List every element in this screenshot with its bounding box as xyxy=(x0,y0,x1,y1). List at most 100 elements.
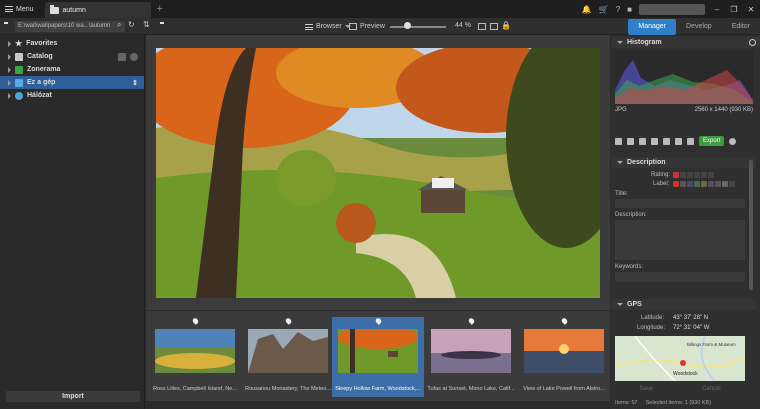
zoom-slider[interactable] xyxy=(390,26,446,28)
filmstrip-divider xyxy=(146,310,610,311)
thumbnail xyxy=(338,329,418,373)
close-button[interactable]: ✕ xyxy=(746,5,756,14)
title-field[interactable] xyxy=(615,199,745,208)
maximize-button[interactable]: ❐ xyxy=(729,5,739,14)
tab-editor[interactable]: Editor xyxy=(722,19,760,35)
edit-icon[interactable] xyxy=(651,137,658,145)
caret-right-icon[interactable] xyxy=(8,40,11,47)
delete-icon[interactable] xyxy=(615,137,622,145)
browser-label: Browser xyxy=(316,23,342,30)
filmstrip-item[interactable]: Rousanou Monastery, The Meteo... xyxy=(242,317,334,397)
color-labels[interactable] xyxy=(673,181,736,187)
preview-button[interactable]: Preview xyxy=(349,21,385,32)
add-tab-button[interactable]: + xyxy=(157,3,163,15)
filmstrip-item[interactable]: View of Lake Powell from Alstro... xyxy=(518,317,610,397)
network-icon xyxy=(15,91,23,100)
bell-icon[interactable]: 🔔 xyxy=(582,5,592,14)
sidebar-item-label: Hálózat xyxy=(27,92,52,99)
help-icon[interactable]: ? xyxy=(616,5,620,14)
caret-right-icon[interactable] xyxy=(8,79,11,86)
description-field[interactable] xyxy=(615,220,745,260)
thumbnail-caption: Rousanou Monastery, The Meteo... xyxy=(245,386,331,392)
gps-header[interactable]: GPS xyxy=(611,299,756,310)
share-icon[interactable] xyxy=(729,137,737,145)
properties-panel: Histogram JPG 2560 x 1440 (930 KB) Expor… xyxy=(611,35,760,409)
latitude-label: Latitude: xyxy=(641,315,665,321)
caret-right-icon[interactable] xyxy=(8,66,11,73)
import-button[interactable]: Import xyxy=(6,391,140,402)
save-button[interactable]: Save xyxy=(639,386,653,392)
rotate-right-icon[interactable] xyxy=(639,137,646,145)
filmstrip-item[interactable]: Tufas at Sunset, Mono Lake, Calif... xyxy=(425,317,517,397)
sidebar-item-network[interactable]: Hálózat xyxy=(0,89,144,102)
histogram-header[interactable]: Histogram xyxy=(611,37,760,48)
cart-icon[interactable]: 🛒 xyxy=(599,5,609,14)
tab-manager[interactable]: Manager xyxy=(628,19,677,35)
caret-right-icon[interactable] xyxy=(8,53,11,60)
thumbnail xyxy=(155,329,235,373)
minimize-button[interactable]: – xyxy=(712,5,722,14)
search-icon[interactable]: ⌕ xyxy=(117,20,121,30)
sort-arrows-icon[interactable]: ⇕ xyxy=(132,79,138,87)
action-toolbar: Export xyxy=(613,135,758,147)
rating-label: Rating: xyxy=(651,172,671,178)
rating-stars[interactable] xyxy=(673,172,715,178)
thumbnail-caption: Tufas at Sunset, Mono Lake, Calif... xyxy=(427,386,515,392)
sidebar-item-label: Ez a gép xyxy=(27,79,56,86)
file-dimensions: 2560 x 1440 (930 KB) xyxy=(694,107,753,113)
latitude-value: 43° 37' 28" N xyxy=(673,315,709,321)
account-field[interactable] xyxy=(639,3,705,15)
filmstrip-item-selected[interactable]: Sleepy Hollow Farm, Woodstock,... xyxy=(332,317,424,397)
tab-autumn[interactable]: autumn xyxy=(44,2,151,18)
zoom-slider-handle[interactable] xyxy=(403,22,411,29)
gift-icon[interactable]: ■ xyxy=(627,5,632,14)
browser-button[interactable]: Browser xyxy=(305,21,351,32)
menu-label: Menu xyxy=(16,5,34,13)
sidebar-item-favorites[interactable]: ★ Favorites xyxy=(0,37,144,50)
description-header[interactable]: Description xyxy=(611,157,756,168)
lock-icon[interactable]: 🔒 xyxy=(501,21,511,30)
export-button[interactable]: Export xyxy=(699,136,725,146)
main-photo[interactable] xyxy=(156,48,600,298)
sidebar-item-label: Zonerama xyxy=(27,66,61,73)
chevron-down-icon xyxy=(617,161,623,164)
effects-icon[interactable] xyxy=(663,137,670,145)
toolbar: E:\wall\wallpapers\10 wa...\autumn ⌕ ↻ ⇅… xyxy=(0,18,760,35)
path-input[interactable]: E:\wall\wallpapers\10 wa...\autumn xyxy=(15,21,125,32)
sidebar-item-this-pc[interactable]: Ez a gép ⇕ xyxy=(0,76,144,89)
sidebar-item-zonerama[interactable]: Zonerama xyxy=(0,63,144,76)
settings-icon[interactable] xyxy=(130,52,138,61)
navigator-panel: ★ Favorites Catalog Zonerama Ez a gép ⇕ xyxy=(0,35,145,409)
crop-icon[interactable] xyxy=(675,137,682,145)
gps-map[interactable]: Billings Farm & Museum Woodstock xyxy=(615,336,745,381)
add-catalog-icon[interactable] xyxy=(118,52,126,61)
cancel-button[interactable]: Cancel xyxy=(702,386,721,392)
options-icon[interactable] xyxy=(749,39,756,46)
tab-label: autumn xyxy=(62,6,86,14)
menu-button[interactable]: Menu xyxy=(0,0,39,18)
gps-pin-icon xyxy=(560,317,569,325)
grid-icon[interactable] xyxy=(490,23,498,30)
longitude-label: Longitude: xyxy=(637,325,666,331)
keywords-field[interactable] xyxy=(615,272,745,282)
mode-tabs: Manager Develop Editor xyxy=(628,18,760,35)
tab-develop[interactable]: Develop xyxy=(676,19,722,35)
right-panel-scrollbar[interactable] xyxy=(749,160,753,290)
zoom-value: 44 % xyxy=(455,22,471,29)
rotate-left-icon[interactable] xyxy=(627,137,634,145)
description-actions: Save Cancel xyxy=(615,386,745,392)
gps-pin-icon xyxy=(191,317,200,325)
histogram-graph xyxy=(615,50,753,104)
caret-right-icon[interactable] xyxy=(8,92,11,99)
gps-pin-icon xyxy=(467,317,476,325)
sort-icon[interactable]: ⇅ xyxy=(143,20,150,29)
sidebar-item-catalog[interactable]: Catalog xyxy=(0,50,144,63)
refresh-icon[interactable]: ↻ xyxy=(128,20,135,29)
fit-icon[interactable] xyxy=(478,23,486,30)
adjust-icon[interactable] xyxy=(687,137,694,145)
hamburger-icon xyxy=(5,6,13,12)
chevron-down-icon xyxy=(617,41,623,44)
filmstrip-item[interactable]: Ross Lilies, Campbell Island, Ne... xyxy=(149,317,241,397)
items-count: Items: 57 xyxy=(615,400,638,406)
thumbnail-caption: View of Lake Powell from Alstro... xyxy=(523,386,605,392)
